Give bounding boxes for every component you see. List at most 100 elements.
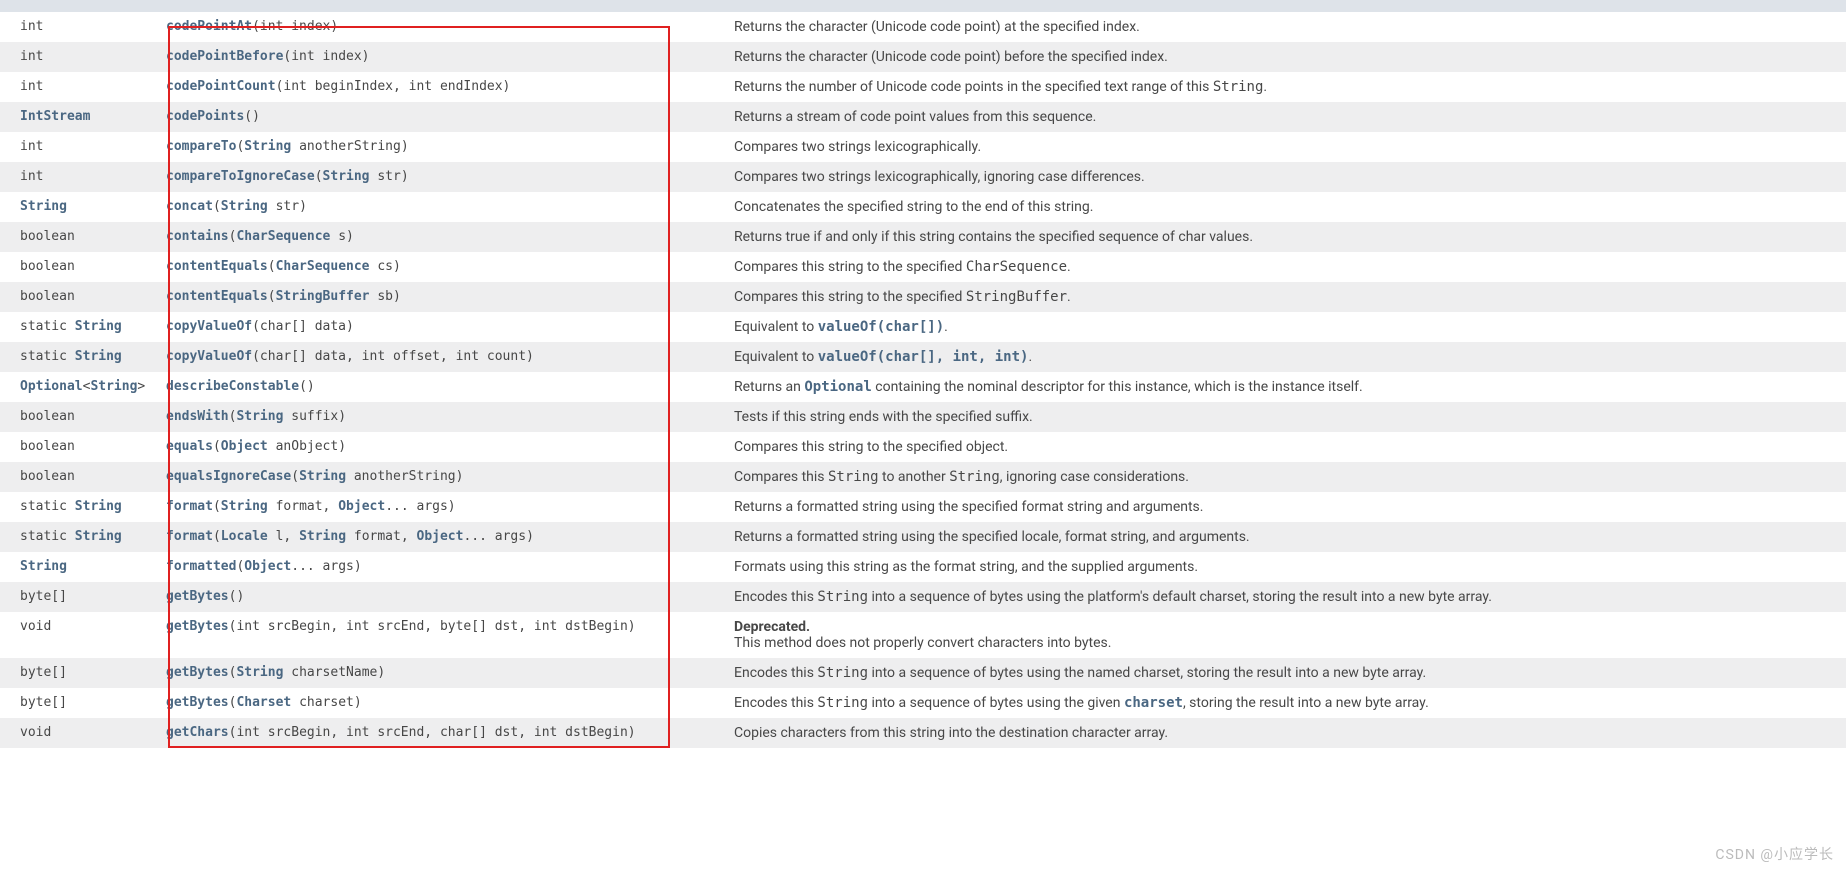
type-link[interactable]: Charset	[236, 695, 291, 710]
code-link[interactable]: valueOf(char[], int, int)	[818, 349, 1029, 365]
type-link[interactable]: format	[166, 499, 213, 514]
method-signature-cell: copyValueOf(char[] data, int offset, int…	[160, 342, 720, 372]
description-cell: Returns a stream of code point values fr…	[720, 102, 1846, 132]
type-link[interactable]: getChars	[166, 725, 229, 740]
type-link[interactable]: Object	[338, 499, 385, 514]
type-link[interactable]: IntStream	[20, 109, 90, 124]
code-link[interactable]: Optional	[804, 379, 871, 395]
text: into a sequence of bytes using the platf…	[868, 589, 1492, 605]
type-link[interactable]: String	[75, 499, 122, 514]
method-signature-cell: getBytes(int srcBegin, int srcEnd, byte[…	[160, 612, 720, 658]
code-text: String	[817, 589, 868, 605]
type-link[interactable]: getBytes	[166, 665, 229, 680]
description-cell: Equivalent to valueOf(char[], int, int).	[720, 342, 1846, 372]
type-link[interactable]: equals	[166, 439, 213, 454]
type-link[interactable]: compareToIgnoreCase	[166, 169, 315, 184]
type-link[interactable]: String	[75, 529, 122, 544]
method-signature-cell: format(String format, Object... args)	[160, 492, 720, 522]
type-link[interactable]: Locale	[221, 529, 268, 544]
text: int	[20, 19, 43, 34]
code-text: String	[817, 665, 868, 681]
type-link[interactable]: Optional	[20, 379, 83, 394]
type-link[interactable]: String	[20, 199, 67, 214]
code-link[interactable]: valueOf(char[])	[818, 319, 944, 335]
text: boolean	[20, 229, 75, 244]
text: Formats using this string as the format …	[734, 559, 1198, 575]
method-signature-cell: equals(Object anObject)	[160, 432, 720, 462]
type-link[interactable]: String	[90, 379, 137, 394]
text: (int srcBegin, int srcEnd, char[] dst, i…	[229, 725, 636, 740]
type-link[interactable]: formatted	[166, 559, 236, 574]
type-link[interactable]: CharSequence	[236, 229, 330, 244]
type-link[interactable]: codePointBefore	[166, 49, 283, 64]
table-row: Stringformatted(Object... args)Formats u…	[0, 552, 1846, 582]
return-type-cell: byte[]	[0, 582, 160, 612]
text: int	[20, 169, 43, 184]
return-type-cell: boolean	[0, 222, 160, 252]
text: byte[]	[20, 589, 67, 604]
text: ... args)	[463, 529, 533, 544]
method-signature-cell: getBytes()	[160, 582, 720, 612]
text: boolean	[20, 469, 75, 484]
type-link[interactable]: String	[236, 409, 283, 424]
type-link[interactable]: contentEquals	[166, 289, 268, 304]
type-link[interactable]: Object	[221, 439, 268, 454]
text: l,	[268, 529, 299, 544]
table-row: Optional<String>describeConstable()Retur…	[0, 372, 1846, 402]
method-signature-cell: compareTo(String anotherString)	[160, 132, 720, 162]
description-cell: Returns a formatted string using the spe…	[720, 522, 1846, 552]
type-link[interactable]: Object	[417, 529, 464, 544]
description-cell: Compares this String to another String, …	[720, 462, 1846, 492]
type-link[interactable]: codePointCount	[166, 79, 276, 94]
type-link[interactable]: codePointAt	[166, 19, 252, 34]
type-link[interactable]: String	[236, 665, 283, 680]
table-row: voidgetChars(int srcBegin, int srcEnd, c…	[0, 718, 1846, 748]
type-link[interactable]: String	[299, 529, 346, 544]
text: to another	[879, 469, 950, 485]
type-link[interactable]: endsWith	[166, 409, 229, 424]
text: .	[1067, 289, 1071, 305]
table-row: voidgetBytes(int srcBegin, int srcEnd, b…	[0, 612, 1846, 658]
type-link[interactable]: String	[221, 199, 268, 214]
type-link[interactable]: CharSequence	[276, 259, 370, 274]
type-link[interactable]: format	[166, 529, 213, 544]
text: ... args)	[291, 559, 361, 574]
text: format,	[346, 529, 416, 544]
type-link[interactable]: copyValueOf	[166, 319, 252, 334]
code-text: String	[1213, 79, 1264, 95]
type-link[interactable]: copyValueOf	[166, 349, 252, 364]
type-link[interactable]: String	[75, 349, 122, 364]
type-link[interactable]: String	[221, 499, 268, 514]
type-link[interactable]: equalsIgnoreCase	[166, 469, 291, 484]
method-signature-cell: getBytes(String charsetName)	[160, 658, 720, 688]
type-link[interactable]: compareTo	[166, 139, 236, 154]
type-link[interactable]: String	[323, 169, 370, 184]
table-row: IntStreamcodePoints()Returns a stream of…	[0, 102, 1846, 132]
type-link[interactable]: getBytes	[166, 695, 229, 710]
method-signature-cell: getBytes(Charset charset)	[160, 688, 720, 718]
type-link[interactable]: contains	[166, 229, 229, 244]
table-row: booleanequals(Object anObject)Compares t…	[0, 432, 1846, 462]
type-link[interactable]: String	[299, 469, 346, 484]
description-cell: Copies characters from this string into …	[720, 718, 1846, 748]
type-link[interactable]: getBytes	[166, 619, 229, 634]
text: anotherString)	[291, 139, 408, 154]
type-link[interactable]: describeConstable	[166, 379, 299, 394]
type-link[interactable]: codePoints	[166, 109, 244, 124]
return-type-cell: boolean	[0, 252, 160, 282]
type-link[interactable]: String	[75, 319, 122, 334]
table-row: intcompareTo(String anotherString)Compar…	[0, 132, 1846, 162]
text: (	[291, 469, 299, 484]
type-link[interactable]: StringBuffer	[276, 289, 370, 304]
type-link[interactable]: String	[244, 139, 291, 154]
type-link[interactable]: String	[20, 559, 67, 574]
text: Returns true if and only if this string …	[734, 229, 1253, 245]
type-link[interactable]: concat	[166, 199, 213, 214]
type-link[interactable]: Object	[244, 559, 291, 574]
code-text: StringBuffer	[966, 289, 1067, 305]
text: Compares this string to the specified	[734, 289, 966, 305]
type-link[interactable]: contentEquals	[166, 259, 268, 274]
table-row: static StringcopyValueOf(char[] data)Equ…	[0, 312, 1846, 342]
type-link[interactable]: getBytes	[166, 589, 229, 604]
code-link[interactable]: charset	[1124, 695, 1183, 711]
